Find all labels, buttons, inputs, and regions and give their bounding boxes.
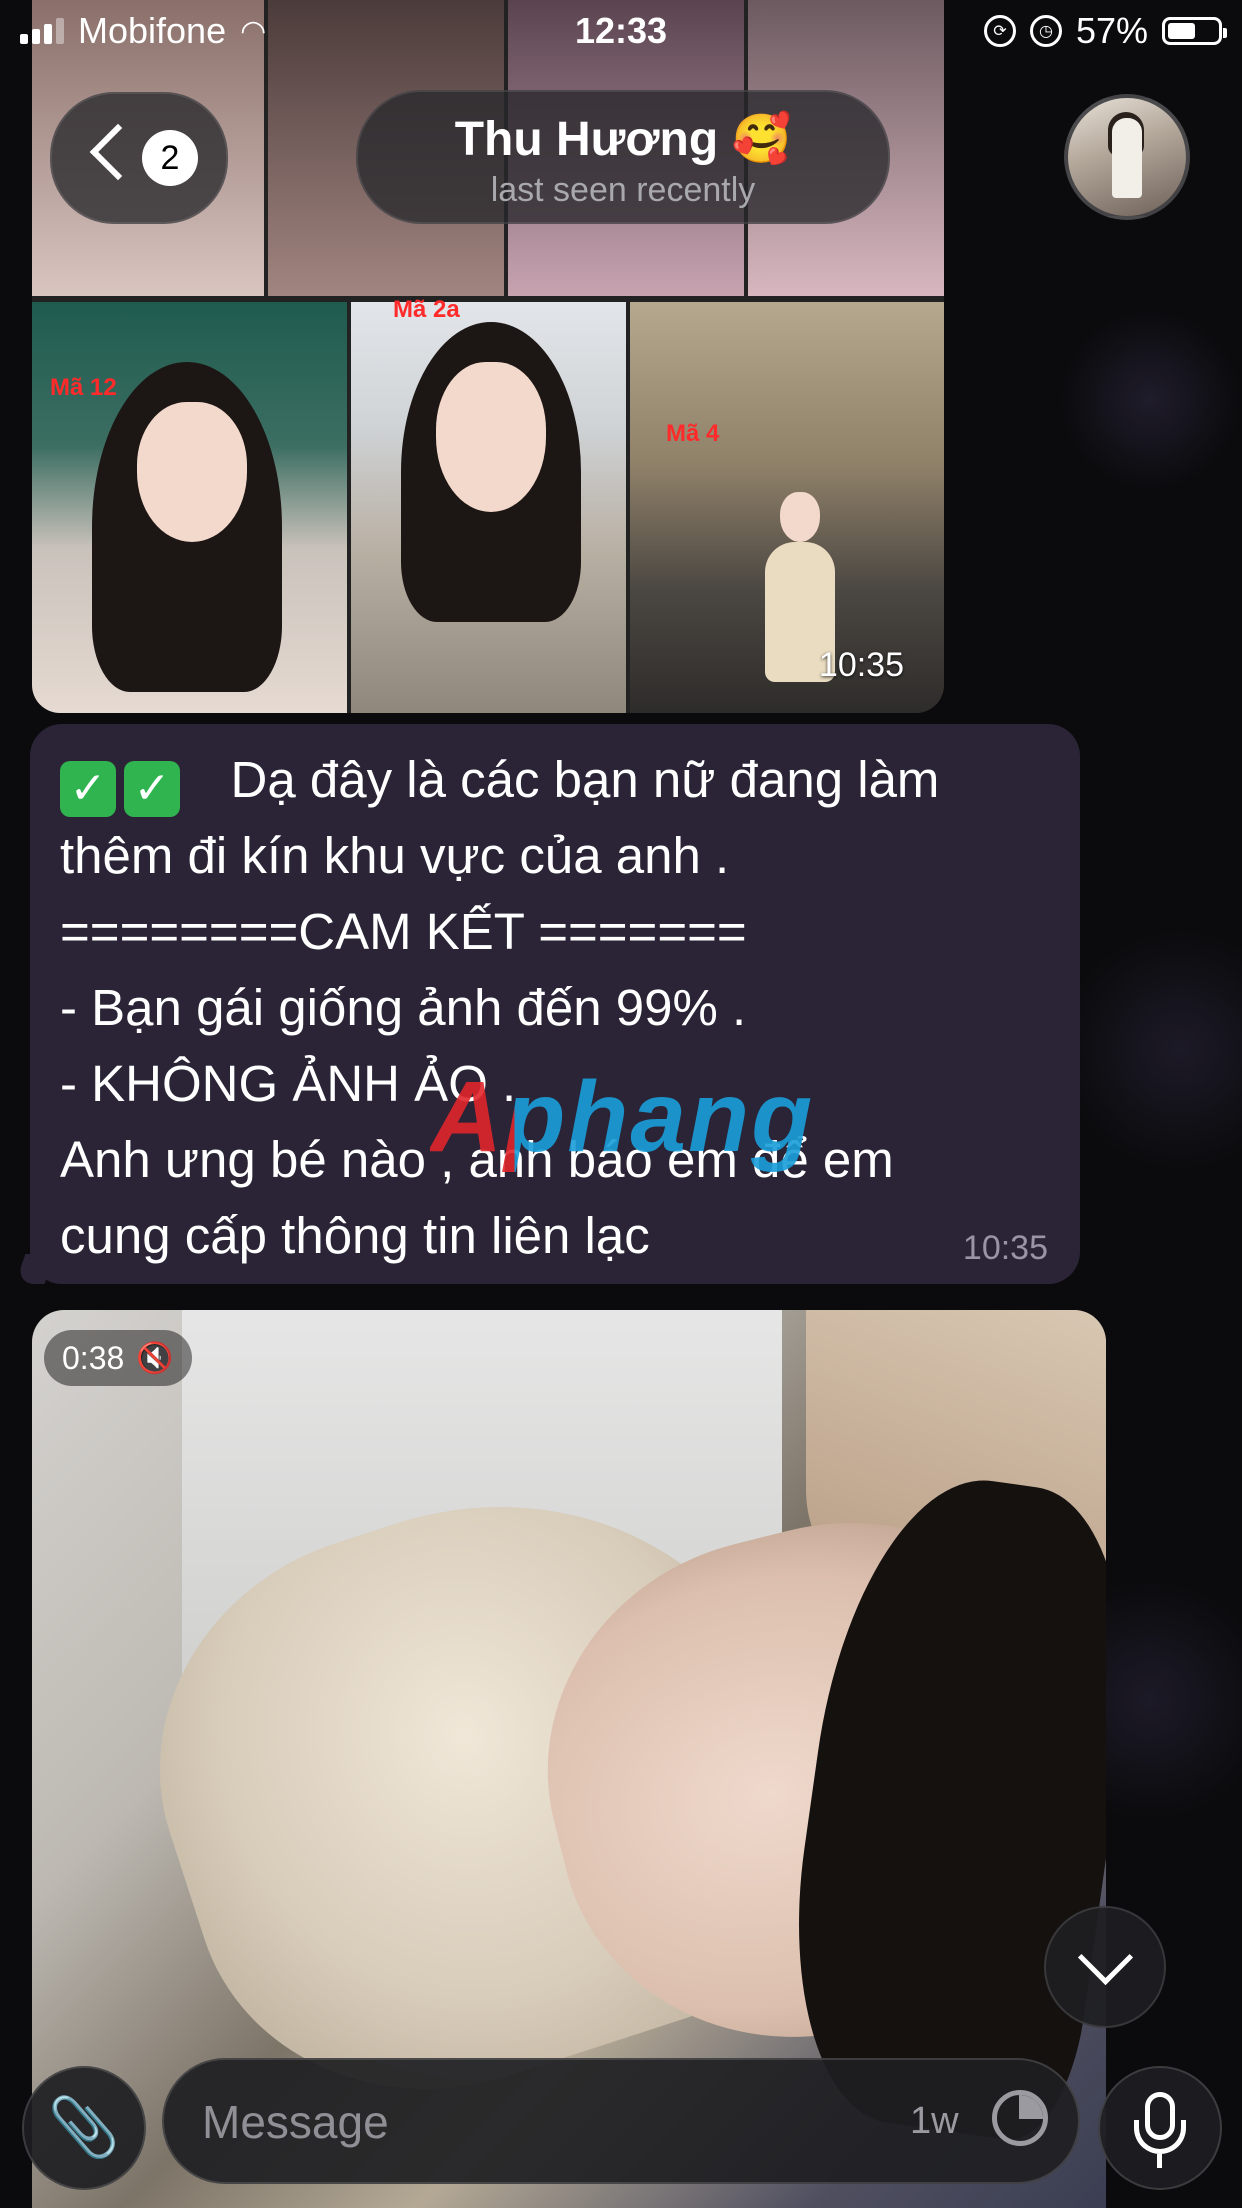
chat-name: Thu Hương 🥰	[454, 113, 792, 166]
message-input-bar[interactable]: 1w	[162, 2058, 1080, 2184]
check-mark-icon: ✓	[60, 761, 116, 817]
album-photo-1[interactable]: Mã 12	[32, 302, 347, 713]
album-photo-2[interactable]: Mã 2a	[351, 296, 626, 713]
alarm-icon: ◷	[1029, 15, 1062, 47]
message-input[interactable]	[200, 2060, 804, 2184]
attach-button[interactable]: 📎	[22, 2066, 146, 2190]
message-time: 10:35	[818, 646, 904, 684]
voice-message-button[interactable]	[1098, 2066, 1222, 2190]
chevron-down-icon	[1077, 1929, 1134, 1986]
status-right: ⟳ ◷ 57%	[983, 10, 1227, 52]
speaker-muted-icon[interactable]: 🔇	[136, 1341, 173, 1376]
message-time: 10:35	[962, 1229, 1048, 1267]
message-line: ========CAM KẾT =======	[60, 903, 747, 960]
chat-status: last seen recently	[490, 171, 756, 209]
timer-icon[interactable]	[992, 2090, 1048, 2146]
photo-code-label: Mã 4	[666, 420, 720, 447]
status-bar: Mobifone ◠ 12:33 ⟳ ◷ 57%	[0, 0, 1242, 62]
orientation-lock-icon: ⟳	[983, 15, 1016, 47]
check-mark-icon: ✓	[124, 761, 180, 817]
message-line: - Bạn gái giống ảnh đến 99% .	[60, 979, 747, 1036]
video-duration-badge: 0:38 🔇	[44, 1330, 192, 1386]
auto-delete-timer-label[interactable]: 1w	[910, 2100, 959, 2143]
message-bubble[interactable]: ✓ ✓ Dạ đây là các bạn nữ đang làm thêm đi…	[30, 724, 1080, 1284]
unread-count-badge: 2	[142, 130, 198, 186]
watermark-logo: Aphang	[430, 1061, 815, 1173]
scroll-to-bottom-button[interactable]	[1044, 1906, 1166, 2028]
back-button[interactable]: 2	[50, 92, 228, 224]
battery-percent: 57%	[1075, 10, 1148, 51]
video-duration: 0:38	[62, 1339, 125, 1376]
chevron-left-icon	[89, 123, 147, 181]
photo-code-label: Mã 12	[50, 374, 117, 401]
message-line: ✓ ✓ Dạ đây là các bạn nữ đang làm	[60, 742, 1050, 818]
paperclip-icon: 📎	[47, 2095, 121, 2160]
message-line: thêm đi kín khu vực của anh .	[60, 827, 730, 884]
avatar[interactable]	[1064, 94, 1190, 220]
photo-code-label: Mã 2a	[393, 296, 460, 323]
battery-icon	[1162, 17, 1227, 45]
chat-title[interactable]: Thu Hương 🥰 last seen recently	[356, 90, 890, 224]
message-line: cung cấp thông tin liên lạc	[60, 1207, 650, 1264]
